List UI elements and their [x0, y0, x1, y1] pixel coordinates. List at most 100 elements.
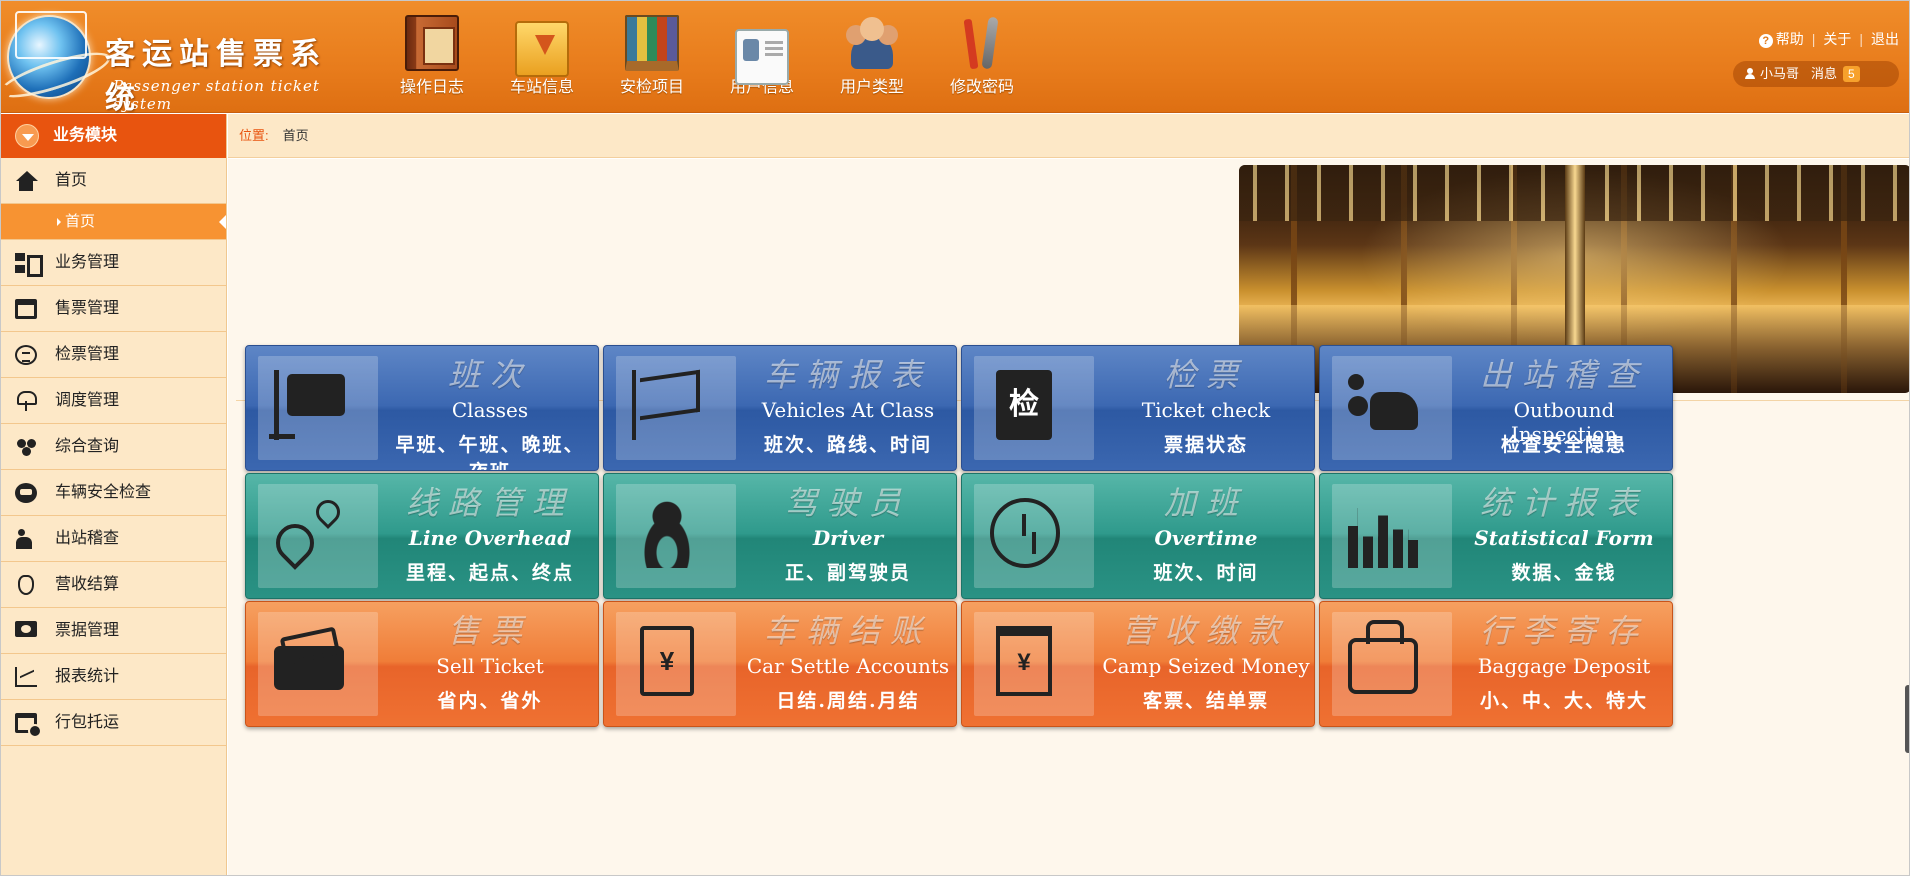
nav-label: 修改密码: [949, 79, 1014, 96]
tile-vehicle-report[interactable]: 车辆报表 Vehicles At Class 班次、路线、时间: [603, 345, 957, 471]
tile-title: 车辆报表: [763, 356, 932, 394]
sidebar-item-query[interactable]: 综合查询: [1, 424, 226, 470]
scrollbar[interactable]: [1905, 685, 1909, 753]
sidebar-item-ticket-check[interactable]: 检票管理: [1, 332, 226, 378]
sell-ticket-icon: [274, 626, 344, 696]
sidebar-item-baggage[interactable]: 行包托运: [1, 700, 226, 746]
logo-frame: [15, 11, 87, 59]
breadcrumb-lead: 位置:: [239, 128, 269, 143]
ticket-check-icon: [15, 345, 37, 365]
top-header: 客运站售票系统 Passenger station ticket system …: [1, 1, 1909, 116]
sidebar-subitem-label: 首页: [65, 213, 96, 230]
separator: |: [1811, 31, 1816, 47]
nav-label: 安检项目: [619, 79, 684, 96]
tile-subtitle: Ticket check: [1141, 398, 1271, 422]
tile-description: 省内、省外: [437, 690, 543, 712]
baggage-deposit-icon: [1348, 620, 1418, 694]
tile-description: 检查安全隐患: [1500, 434, 1627, 456]
sidebar-item-report[interactable]: 报表统计: [1, 654, 226, 700]
sidebar-item-ticket-sale[interactable]: 售票管理: [1, 286, 226, 332]
tile-settle-accounts[interactable]: ¥ 车辆结账 Car Settle Accounts 日结.周结.月结: [603, 601, 957, 727]
tile-title: 加班: [1163, 484, 1248, 522]
sidebar-header[interactable]: 业务模块: [1, 114, 226, 158]
sidebar: 业务模块 首页 首页 业务管理 售票管理 检票管理 调度管理 综合查询 车辆安全…: [1, 114, 227, 875]
outbound-inspect-icon: [15, 529, 37, 549]
nav-user-type[interactable]: 用户类型: [817, 9, 927, 105]
sidebar-item-label: 车辆安全检查: [55, 484, 152, 501]
tile-title: 班次: [447, 356, 532, 394]
security-books-icon: [625, 15, 679, 71]
messages-label: 消息: [1811, 66, 1838, 81]
sidebar-item-label: 调度管理: [55, 392, 120, 409]
breadcrumb-current[interactable]: 首页: [283, 128, 309, 143]
log-book-icon: [405, 15, 459, 71]
tile-statistics[interactable]: 统计报表 Statistical Form 数据、金钱: [1319, 473, 1673, 599]
sidebar-item-label: 首页: [55, 172, 88, 189]
tile-title: 统计报表: [1479, 484, 1648, 522]
help-label: 帮助: [1775, 31, 1804, 47]
vehicle-report-icon: [632, 370, 702, 440]
sidebar-item-label: 业务管理: [55, 254, 120, 271]
ticket-check-doc-icon: 检: [996, 370, 1052, 440]
tile-title: 车辆结账: [763, 612, 932, 650]
tile-title: 售票: [447, 612, 532, 650]
breadcrumb: 位置: 首页: [228, 114, 1909, 158]
tile-description: 日结.周结.月结: [776, 690, 920, 712]
username[interactable]: 小马哥: [1760, 66, 1799, 81]
sidebar-subitem-home[interactable]: 首页: [1, 204, 226, 240]
tile-subtitle: Statistical Form: [1474, 526, 1654, 550]
user-icon: [1745, 68, 1755, 79]
about-link[interactable]: 关于: [1823, 31, 1851, 47]
sidebar-item-revenue[interactable]: 营收结算: [1, 562, 226, 608]
sidebar-item-outbound-inspect[interactable]: 出站稽查: [1, 516, 226, 562]
nav-user-info[interactable]: 用户信息: [707, 9, 817, 105]
report-icon: [15, 667, 37, 687]
nav-change-password[interactable]: 修改密码: [927, 9, 1037, 105]
tile-driver[interactable]: 驾驶员 Driver 正、副驾驶员: [603, 473, 957, 599]
tile-ticket-check-doc[interactable]: 检 检票 Ticket check 票据状态: [961, 345, 1315, 471]
settle-accounts-icon: ¥: [640, 626, 694, 696]
tile-overtime[interactable]: 加班 Overtime 班次、时间: [961, 473, 1315, 599]
tile-title: 驾驶员: [784, 484, 911, 522]
tools-icon: [955, 15, 1009, 71]
help-link[interactable]: ? 帮助: [1758, 31, 1804, 48]
tile-description: 早班、午班、晚班、夜班: [395, 434, 585, 470]
tile-classes[interactable]: 班次 Classes 早班、午班、晚班、夜班: [245, 345, 599, 471]
sidebar-item-business[interactable]: 业务管理: [1, 240, 226, 286]
user-group-icon: [845, 15, 899, 71]
sidebar-item-vehicle-safety[interactable]: 车辆安全检查: [1, 470, 226, 516]
sidebar-item-dispatch[interactable]: 调度管理: [1, 378, 226, 424]
sidebar-item-home[interactable]: 首页: [1, 158, 226, 204]
tile-baggage-deposit[interactable]: 行李寄存 Baggage Deposit 小、中、大、特大: [1319, 601, 1673, 727]
revenue-payment-icon: ¥: [996, 626, 1052, 696]
messages-link[interactable]: 消息 5: [1811, 66, 1860, 82]
sidebar-item-bill[interactable]: 票据管理: [1, 608, 226, 654]
tile-inspection[interactable]: 出站稽查 Outbound Inspection 检查安全隐患: [1319, 345, 1673, 471]
tile-revenue-payment[interactable]: ¥ 营收缴款 Camp Seized Money 客票、结单票: [961, 601, 1315, 727]
tile-title: 出站稽查: [1479, 356, 1648, 394]
query-icon: [15, 437, 37, 457]
tile-subtitle: Car Settle Accounts: [746, 654, 950, 678]
nav-station-info[interactable]: 车站信息: [487, 9, 597, 105]
tile-subtitle: Sell Ticket: [436, 654, 544, 678]
tile-description: 客票、结单票: [1142, 690, 1269, 712]
tile-description: 班次、路线、时间: [763, 434, 932, 456]
app-logo[interactable]: 客运站售票系统 Passenger station ticket system: [5, 9, 345, 116]
nav-security-items[interactable]: 安检项目: [597, 9, 707, 105]
bill-icon: [15, 621, 37, 637]
inspection-icon: [1348, 370, 1418, 440]
sidebar-item-label: 票据管理: [55, 622, 120, 639]
overtime-icon: [990, 498, 1060, 568]
dispatch-icon: [15, 391, 37, 411]
logout-link[interactable]: 退出: [1871, 31, 1899, 47]
main-content: 班次 Classes 早班、午班、晚班、夜班 车辆报表 Vehicles At Clas…: [228, 159, 1909, 875]
tile-sell-ticket[interactable]: 售票 Sell Ticket 省内、省外: [245, 601, 599, 727]
tile-description: 数据、金钱: [1511, 562, 1617, 584]
tile-route[interactable]: 线路管理 Line Overhead 里程、起点、终点: [245, 473, 599, 599]
top-links: ? 帮助 | 关于 | 退出: [1758, 29, 1899, 49]
baggage-icon: [15, 713, 42, 738]
collapse-arrow-icon: [15, 124, 39, 148]
tile-title: 线路管理: [405, 484, 574, 522]
nav-operation-log[interactable]: 操作日志: [377, 9, 487, 105]
tile-subtitle: Line Overhead: [408, 526, 572, 550]
